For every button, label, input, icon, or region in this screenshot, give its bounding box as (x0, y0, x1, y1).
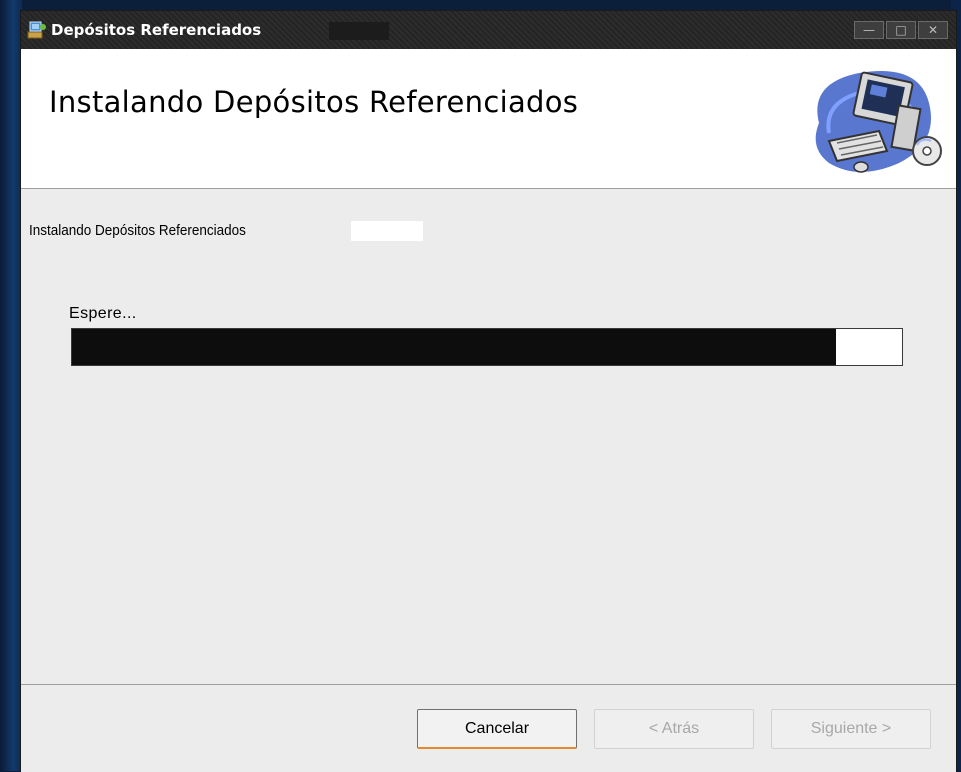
page-title: Instalando Depósitos Referenciados (49, 85, 579, 119)
maximize-button[interactable]: □ (886, 21, 916, 39)
progress-bar-fill (72, 329, 836, 365)
minimize-button[interactable]: — (854, 21, 884, 39)
wizard-header: Instalando Depósitos Referenciados (21, 49, 956, 189)
wizard-footer: Cancelar < Atrás Siguiente > (21, 684, 956, 772)
window-title: Depósitos Referenciados (51, 21, 262, 39)
title-bar[interactable]: Depósitos Referenciados — □ ✕ (21, 11, 956, 49)
close-button[interactable]: ✕ (918, 21, 948, 39)
title-redaction (329, 22, 389, 40)
window-controls: — □ ✕ (854, 21, 948, 39)
cancel-button[interactable]: Cancelar (417, 709, 577, 749)
next-button[interactable]: Siguiente > (771, 709, 931, 749)
status-redaction (351, 221, 423, 241)
status-message: Instalando Depósitos Referenciados (29, 222, 246, 239)
wizard-body: Instalando Depósitos Referenciados Esper… (21, 189, 956, 684)
back-button[interactable]: < Atrás (594, 709, 754, 749)
installer-window: Depósitos Referenciados — □ ✕ Instalando… (20, 10, 957, 772)
computer-cd-icon (815, 71, 942, 173)
wait-label: Espere... (69, 305, 137, 322)
installer-app-icon (27, 21, 46, 39)
progress-bar (71, 328, 903, 366)
desktop-background-left (0, 0, 22, 771)
